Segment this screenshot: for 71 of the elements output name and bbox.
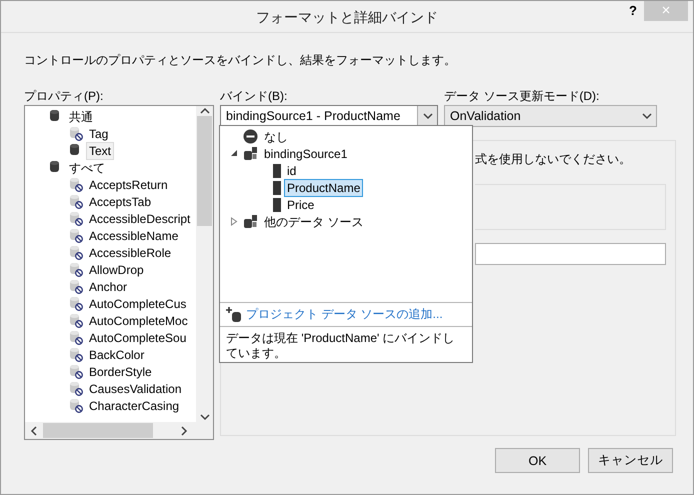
properties-label: プロパティ(P): [24, 88, 104, 105]
expand-icon[interactable] [230, 217, 238, 226]
scroll-down-icon[interactable] [200, 412, 210, 422]
binding-label: バインド(B): [220, 88, 288, 105]
property-item[interactable]: 共通 [66, 108, 96, 126]
dialog-button[interactable]: OK [495, 448, 580, 473]
data-source-icon [243, 214, 258, 229]
binding-source-item[interactable]: ProductName [284, 178, 364, 196]
scroll-left-icon[interactable] [29, 426, 39, 436]
property-item[interactable]: AllowDrop [86, 260, 147, 278]
dialog-button[interactable]: キャンセル [588, 448, 673, 473]
binding-source-item[interactable]: id [284, 162, 300, 180]
binding-source-item[interactable]: bindingSource1 [261, 144, 350, 162]
property-item[interactable]: Tag [86, 124, 112, 142]
binding-dropdown[interactable]: bindingSource1 - ProductName [220, 105, 438, 127]
binding-source-item[interactable]: 他のデータ ソース [261, 212, 366, 230]
add-database-icon [226, 307, 242, 322]
database-unbound-icon [69, 194, 83, 209]
field-icon [273, 198, 281, 212]
database-unbound-icon [69, 177, 83, 192]
scroll-up-icon[interactable] [200, 106, 210, 116]
description-text: コントロールのプロパティとソースをバインドし、結果をフォーマットします。 [24, 52, 457, 69]
add-data-source-link[interactable]: プロジェクト データ ソースの追加... [246, 306, 443, 323]
binding-source-item[interactable]: なし [261, 128, 291, 146]
window-title: フォーマットと詳細バインド [256, 9, 438, 27]
chevron-down-icon[interactable] [422, 111, 432, 121]
database-unbound-icon [69, 313, 83, 328]
field-icon [273, 180, 281, 194]
vertical-scrollbar[interactable] [196, 106, 213, 422]
property-item[interactable]: BorderStyle [86, 362, 155, 380]
database-unbound-icon [69, 330, 83, 345]
property-item[interactable]: すべて [66, 158, 108, 176]
collapse-icon[interactable] [230, 149, 238, 158]
field-icon [273, 164, 281, 178]
database-unbound-icon [69, 381, 83, 396]
database-unbound-icon [69, 364, 83, 379]
property-item[interactable]: AccessibleRole [86, 244, 174, 262]
property-item[interactable]: AutoCompleteCus [86, 294, 190, 312]
properties-tree[interactable] [24, 105, 214, 440]
database-unbound-icon [69, 296, 83, 311]
update-mode-dropdown[interactable]: OnValidation [444, 105, 657, 127]
scroll-right-icon[interactable] [179, 426, 189, 436]
property-item[interactable]: AcceptsReturn [86, 176, 171, 194]
database-unbound-icon [69, 126, 83, 141]
help-button[interactable]: ? [629, 3, 637, 18]
binding-status-text: データは現在 'ProductName' にバインドしています。 [220, 326, 472, 362]
format-note: 式を使用しないでください。 [475, 151, 632, 168]
database-unbound-icon [69, 398, 83, 413]
property-item[interactable]: Text [86, 142, 114, 160]
property-item[interactable]: AcceptsTab [86, 192, 154, 210]
database-unbound-icon [69, 262, 83, 277]
property-item[interactable]: AutoCompleteMoc [86, 312, 191, 330]
property-item[interactable]: AccessibleName [86, 226, 182, 244]
update-mode-label: データ ソース更新モード(D): [444, 88, 600, 105]
database-unbound-icon [69, 211, 83, 226]
property-item[interactable]: CausesValidation [86, 380, 185, 398]
property-item[interactable]: BackColor [86, 346, 148, 364]
no-entry-icon [243, 129, 258, 144]
property-item[interactable]: AccessibleDescript [86, 210, 194, 228]
database-unbound-icon [69, 228, 83, 243]
property-item[interactable]: AutoCompleteSou [86, 328, 190, 346]
data-source-icon [243, 146, 258, 161]
property-item[interactable]: CharacterCasing [86, 396, 182, 414]
horizontal-scrollbar[interactable] [25, 422, 213, 439]
database-unbound-icon [69, 347, 83, 362]
input-field[interactable] [475, 243, 666, 265]
chevron-down-icon[interactable] [642, 111, 652, 121]
database-unbound-icon [69, 279, 83, 294]
binding-source-item[interactable]: Price [284, 196, 318, 214]
property-item[interactable]: Anchor [86, 278, 130, 296]
database-unbound-icon [69, 245, 83, 260]
